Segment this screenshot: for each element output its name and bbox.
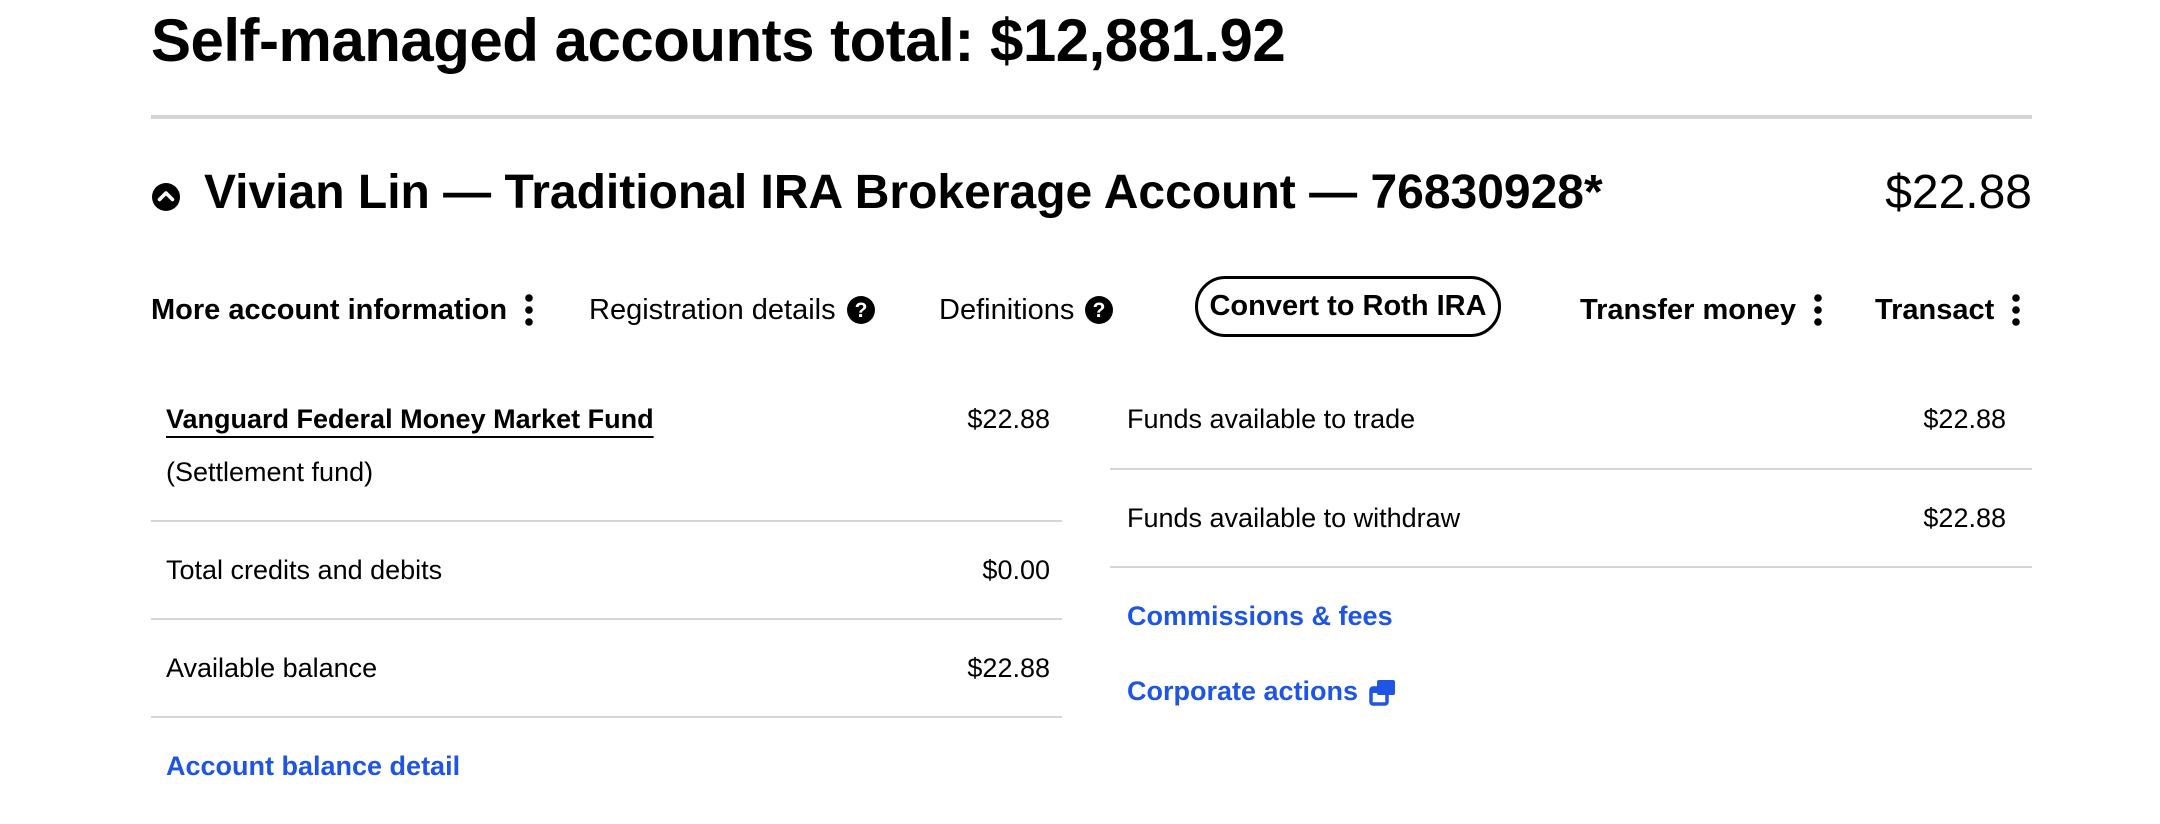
transact-menu[interactable]: Transact [1875,290,2021,330]
chevron-up-circle-icon[interactable] [151,182,181,212]
svg-text:?: ? [1093,299,1106,322]
available-balance-value: $22.88 [967,653,1050,683]
kebab-icon [1814,294,1822,326]
title-divider [151,115,2032,119]
row-divider [1110,566,2032,568]
convert-to-roth-ira-button[interactable]: Convert to Roth IRA [1195,276,1501,337]
corporate-actions-label: Corporate actions [1127,676,1359,706]
settlement-fund-subtitle: (Settlement fund) [166,457,374,487]
total-credits-debits-value: $0.00 [982,555,1050,585]
transact-label: Transact [1875,293,1995,326]
funds-available-to-trade-value: $22.88 [1923,404,2006,434]
funds-available-to-withdraw-value: $22.88 [1923,503,2006,533]
account-title: Vivian Lin — Traditional IRA Brokerage A… [204,166,1603,219]
registration-details-button[interactable]: Registration details ? [589,290,876,330]
account-balance-detail-link[interactable]: Account balance detail [166,751,460,782]
row-divider [151,716,1062,718]
row-divider [151,618,1062,620]
kebab-icon [2012,294,2021,326]
row-divider [1110,468,2032,470]
available-balance-label: Available balance [166,653,378,683]
funds-available-to-trade-label: Funds available to trade [1127,404,1416,434]
transfer-money-menu[interactable]: Transfer money [1580,290,1822,330]
more-account-information-menu[interactable]: More account information [151,290,533,330]
account-total: $22.88 [1885,166,2032,219]
settlement-fund-value: $22.88 [967,404,1050,434]
row-divider [151,520,1062,522]
question-circle-icon: ? [1084,295,1114,325]
total-credits-debits-label: Total credits and debits [166,555,443,585]
commissions-fees-link[interactable]: Commissions & fees [1127,601,1393,632]
kebab-icon [525,294,533,326]
svg-text:?: ? [854,299,867,322]
definitions-button[interactable]: Definitions ? [939,290,1114,330]
settlement-fund-link[interactable]: Vanguard Federal Money Market Fund [166,404,654,435]
more-account-information-label: More account information [151,293,508,326]
funds-available-to-withdraw-label: Funds available to withdraw [1127,503,1461,533]
question-circle-icon: ? [846,295,876,325]
open-in-new-window-icon [1368,677,1398,707]
definitions-label: Definitions [939,293,1075,326]
registration-details-label: Registration details [589,293,836,326]
transfer-money-label: Transfer money [1580,293,1796,326]
corporate-actions-link[interactable]: Corporate actions [1127,676,1398,707]
page-title: Self-managed accounts total: $12,881.92 [151,7,1286,74]
